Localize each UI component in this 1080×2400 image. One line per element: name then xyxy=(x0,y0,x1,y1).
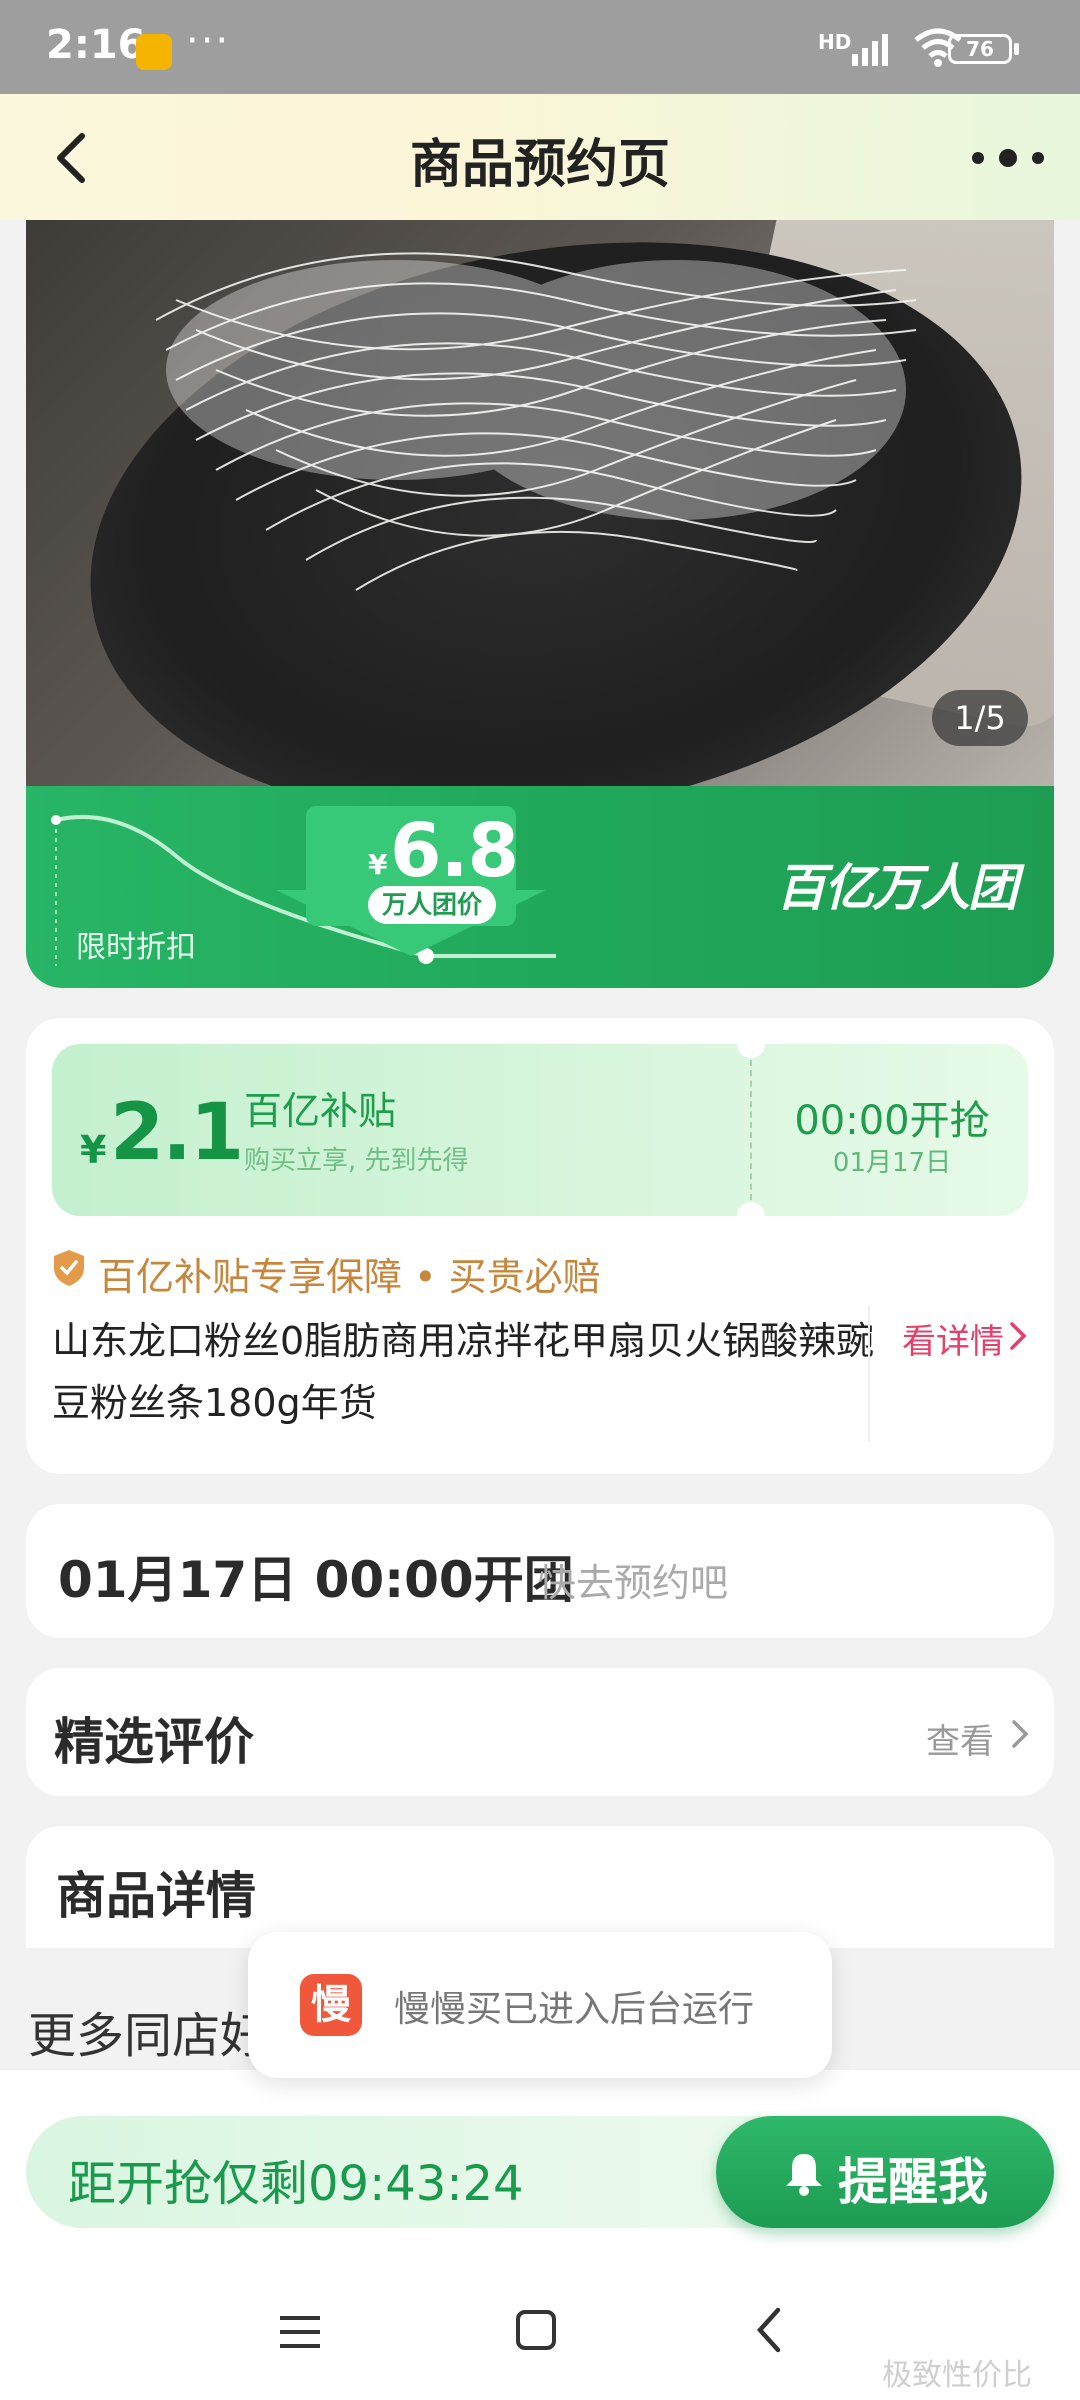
status-time: 2:16 xyxy=(46,22,146,68)
toast-message: 慢慢买已进入后台运行 xyxy=(394,1989,755,2030)
product-title: 山东龙口粉丝0脂肪商用凉拌花甲扇贝火锅酸辣豌豆粉丝条180g年货 xyxy=(52,1319,875,1425)
detail-separator xyxy=(868,1306,870,1442)
more-shop-title: 更多同店好 xyxy=(28,2008,269,2064)
coupon-currency: ¥ xyxy=(80,1128,107,1172)
reviews-title: 精选评价 xyxy=(54,1713,254,1771)
menu-icon[interactable] xyxy=(278,2312,322,2352)
remind-me-button[interactable]: 提醒我 xyxy=(716,2116,1054,2228)
watermark-text: 极致性价比 xyxy=(882,2358,1032,2393)
price-banner: 限时折扣 ¥ 6.8 万人团价 百亿万人团 xyxy=(26,786,1054,988)
coupon-notch-top xyxy=(737,1030,765,1058)
coupon-amount: 2.1 xyxy=(110,1088,244,1178)
status-more-dots: ··· xyxy=(186,18,231,64)
signal-icon xyxy=(852,34,888,66)
battery-icon: 76 xyxy=(948,34,1019,64)
group-price-tag: 万人团价 xyxy=(368,886,497,924)
background-toast: 慢 慢慢买已进入后台运行 xyxy=(248,1932,832,2078)
countdown-text: 距开抢仅剩09:43:24 xyxy=(68,2156,524,2212)
shield-check-icon xyxy=(54,1250,84,1286)
reviews-view-link[interactable]: 查看 xyxy=(926,1714,994,1763)
home-square-icon[interactable] xyxy=(514,2308,558,2352)
product-details-card[interactable]: 商品详情 xyxy=(26,1826,1054,1948)
subsidy-coupon[interactable]: ¥ 2.1 百亿补贴 购买立享, 先到先得 00:00开抢 01月17日 xyxy=(52,1030,1028,1230)
reviews-card[interactable]: 精选评价 查看 xyxy=(26,1668,1054,1796)
chevron-right-icon[interactable] xyxy=(1008,1320,1028,1352)
battery-level: 76 xyxy=(966,37,994,61)
coupon-notch-bottom xyxy=(737,1202,765,1230)
group-open-datetime: 01月17日 00:00开团 xyxy=(58,1551,574,1609)
network-hd-label: HD xyxy=(818,30,852,54)
app-logo-icon: 慢 xyxy=(300,1974,362,2036)
coupon-divider xyxy=(750,1060,752,1200)
group-price: 6.8 xyxy=(390,808,519,894)
see-details-link[interactable]: 看详情 xyxy=(902,1314,1004,1363)
product-details-title: 商品详情 xyxy=(56,1867,256,1925)
page-title: 商品预约页 xyxy=(409,135,670,195)
coupon-subtitle: 购买立享, 先到先得 xyxy=(244,1146,469,1176)
image-counter: 1/5 xyxy=(932,690,1028,746)
limited-discount-label: 限时折扣 xyxy=(76,930,196,965)
brand-logo-text: 百亿万人团 xyxy=(776,859,1018,917)
group-open-card: 01月17日 00:00开团 快去预约吧 xyxy=(26,1504,1054,1638)
notification-app-icon xyxy=(136,34,172,70)
product-info-card: ¥ 2.1 百亿补贴 购买立享, 先到先得 00:00开抢 01月17日 百亿补… xyxy=(26,1018,1054,1474)
coupon-start-time: 00:00开抢 xyxy=(794,1098,990,1144)
page-header: 商品预约页 xyxy=(0,94,1080,220)
chevron-right-icon[interactable] xyxy=(1010,1718,1030,1750)
product-noodles-illustration xyxy=(155,252,917,591)
nav-back-icon[interactable] xyxy=(754,2306,784,2354)
product-image-carousel[interactable]: 1/5 xyxy=(26,220,1054,790)
coupon-start-date: 01月17日 xyxy=(832,1148,952,1178)
coupon-name: 百亿补贴 xyxy=(244,1089,397,1133)
remind-me-label: 提醒我 xyxy=(838,2153,988,2211)
price-currency: ¥ xyxy=(368,848,388,881)
group-open-hint: 快去预约吧 xyxy=(538,1561,729,1605)
bell-icon xyxy=(786,2154,822,2196)
status-bar: 2:16 ··· HD 76 xyxy=(0,0,1080,94)
more-options-icon[interactable] xyxy=(968,144,1048,172)
guarantee-text: 百亿补贴专享保障 • 买贵必赔 xyxy=(98,1255,601,1299)
